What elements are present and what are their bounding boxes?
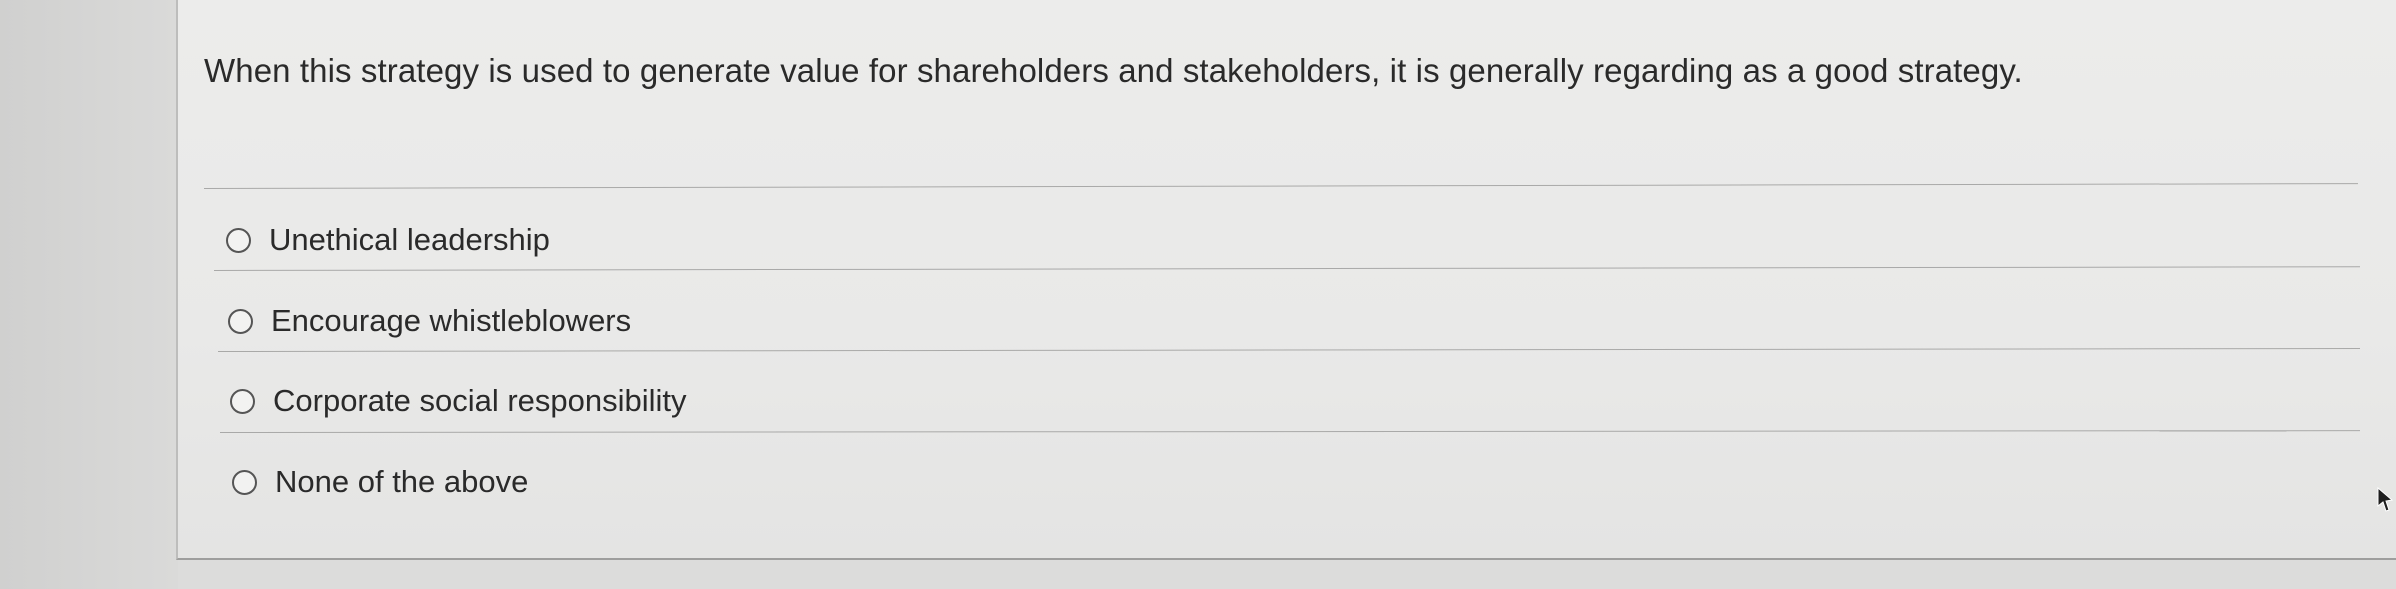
option-unethical-leadership[interactable]: Unethical leadership xyxy=(226,222,550,258)
radio-button-icon[interactable] xyxy=(232,469,257,495)
radio-button-icon[interactable] xyxy=(226,227,251,253)
option-label: None of the above xyxy=(275,464,529,499)
option-label: Corporate social responsibility xyxy=(273,383,687,418)
option-corporate-social-responsibility[interactable]: Corporate social responsibility xyxy=(230,383,687,419)
radio-button-icon[interactable] xyxy=(228,308,253,334)
question-text: When this strategy is used to generate v… xyxy=(204,52,2023,89)
option-label: Unethical leadership xyxy=(269,222,550,257)
option-encourage-whistleblowers[interactable]: Encourage whistleblowers xyxy=(228,303,631,339)
mouse-cursor-icon xyxy=(2377,486,2394,512)
radio-button-icon[interactable] xyxy=(230,388,255,414)
option-label: Encourage whistleblowers xyxy=(271,303,632,338)
option-none-of-the-above[interactable]: None of the above xyxy=(232,464,528,500)
page-background xyxy=(0,0,178,589)
